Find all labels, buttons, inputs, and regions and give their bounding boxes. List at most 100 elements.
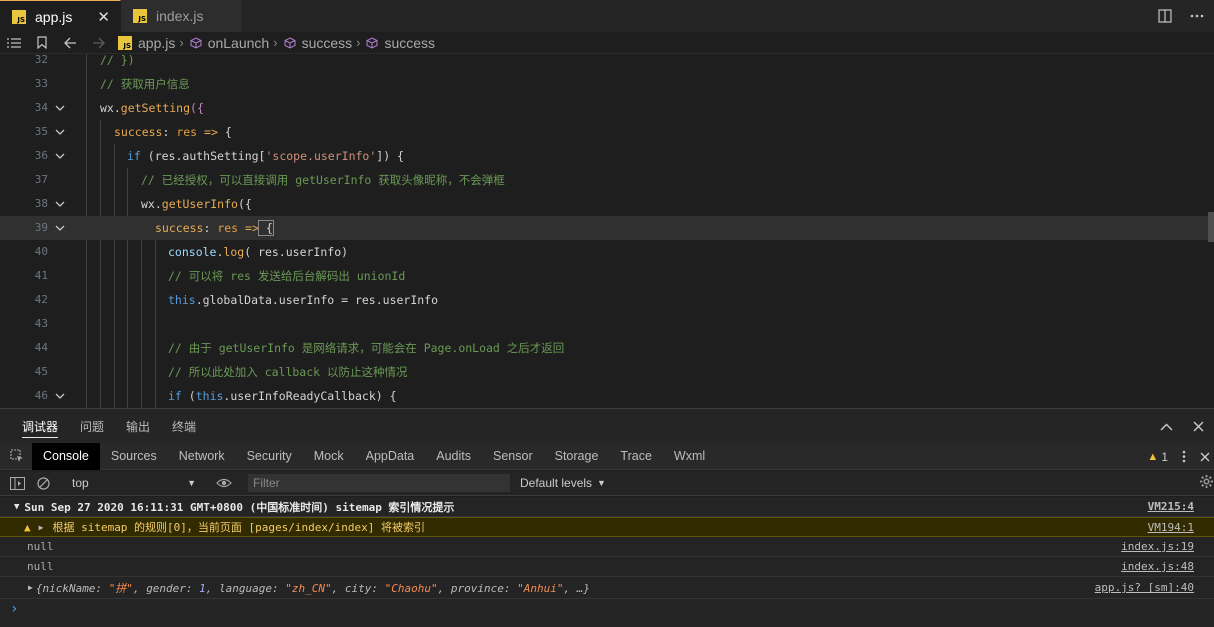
- clear-console-icon[interactable]: [37, 476, 50, 490]
- log-levels-select[interactable]: Default levels ▼: [520, 476, 606, 490]
- code-line[interactable]: 36 if (res.authSetting['scope.userInfo'])…: [0, 144, 1214, 168]
- code-line[interactable]: 33 // 获取用户信息: [0, 72, 1214, 96]
- warning-count: 1: [1161, 449, 1168, 464]
- code-line[interactable]: 44 // 由于 getUserInfo 是网络请求，可能会在 Page.onLo…: [0, 336, 1214, 360]
- code-line[interactable]: 39 success: res => {: [0, 216, 1214, 240]
- code-line[interactable]: 38 wx.getUserInfo({: [0, 192, 1214, 216]
- code-text: // 已经授权，可以直接调用 getUserInfo 获取头像昵称，不会弹框: [141, 173, 505, 187]
- devtools-tab-console[interactable]: Console: [32, 442, 100, 470]
- panel-actions: [1160, 409, 1214, 444]
- context-select[interactable]: top ▼: [66, 474, 200, 492]
- bookmark-icon[interactable]: [28, 32, 56, 54]
- devtools-tab-appdata[interactable]: AppData: [355, 443, 426, 470]
- code-line[interactable]: 42 this.globalData.userInfo = res.userInf…: [0, 288, 1214, 312]
- code-text: // 获取用户信息: [100, 77, 190, 91]
- tab-debugger[interactable]: 调试器: [11, 409, 69, 444]
- object-preview: {nickName: "拼", gender: 1, language: "zh…: [35, 581, 590, 595]
- code-editor[interactable]: 32 // }) 33 // 获取用户信息 34 wx.getSetting({35 suc…: [0, 54, 1214, 408]
- editor-tab-bar: JS app.js ✕ JS index.js: [0, 0, 1214, 32]
- console-warning-row[interactable]: ▲ ▶ 根据 sitemap 的规则[0]，当前页面 [pages/index/…: [0, 517, 1214, 537]
- expand-triangle-icon[interactable]: ▼: [14, 502, 19, 512]
- dropdown-arrow-icon: ▼: [597, 478, 606, 488]
- console-group-row[interactable]: ▼ Sun Sep 27 2020 16:11:31 GMT+0800 (中国标…: [0, 497, 1214, 517]
- devtools-tab-network[interactable]: Network: [168, 443, 236, 470]
- devtools-tab-storage[interactable]: Storage: [544, 443, 610, 470]
- forward-arrow-icon[interactable]: [84, 32, 112, 54]
- devtools-tab-sources[interactable]: Sources: [100, 443, 168, 470]
- devtools-tab-trace[interactable]: Trace: [609, 443, 663, 470]
- warning-count-badge[interactable]: ▲ 1: [1147, 450, 1168, 464]
- tab-label: app.js: [35, 8, 73, 25]
- devtools-tab-security[interactable]: Security: [236, 443, 303, 470]
- fold-chevron-icon[interactable]: [54, 102, 66, 114]
- fold-chevron-icon[interactable]: [54, 126, 66, 138]
- editor-scrollbar[interactable]: [1208, 212, 1214, 242]
- eye-icon[interactable]: [216, 478, 232, 488]
- fold-chevron-icon[interactable]: [54, 198, 66, 210]
- method-cube-icon: [366, 36, 378, 49]
- tab-problems[interactable]: 问题: [69, 409, 115, 444]
- code-line[interactable]: 43: [0, 312, 1214, 336]
- maximize-panel-icon[interactable]: [1160, 423, 1173, 431]
- tab-actions: [1158, 0, 1204, 32]
- close-tab-icon[interactable]: ✕: [97, 8, 110, 26]
- code-line[interactable]: 35 success: res => {: [0, 120, 1214, 144]
- breadcrumb-item[interactable]: onLaunch: [208, 35, 270, 51]
- dropdown-arrow-icon: ▼: [187, 478, 196, 488]
- inspect-element-icon[interactable]: [2, 443, 32, 470]
- line-number: 37: [34, 173, 48, 186]
- js-file-icon: JS: [133, 9, 147, 23]
- devtools-tab-mock[interactable]: Mock: [303, 443, 355, 470]
- tab-app-js[interactable]: JS app.js ✕: [0, 0, 121, 32]
- code-text: // }): [100, 54, 135, 67]
- console-source-link[interactable]: index.js:48: [1121, 560, 1194, 573]
- devtools-tab-sensor[interactable]: Sensor: [482, 443, 544, 470]
- chevron-right-icon: ›: [356, 35, 361, 50]
- console-source-link[interactable]: app.js? [sm]:40: [1095, 581, 1194, 594]
- close-devtools-icon[interactable]: [1200, 452, 1210, 462]
- line-number: 36: [34, 149, 48, 162]
- console-filter-input[interactable]: [248, 474, 510, 492]
- sidebar-toggle-icon[interactable]: [10, 476, 25, 490]
- fold-chevron-icon[interactable]: [54, 222, 66, 234]
- back-arrow-icon[interactable]: [56, 32, 84, 54]
- console-log-text: null: [27, 560, 54, 573]
- console-source-link[interactable]: index.js:19: [1121, 540, 1194, 553]
- code-line[interactable]: 46 if (this.userInfoReadyCallback) {: [0, 384, 1214, 408]
- console-source-link[interactable]: VM194:1: [1148, 521, 1194, 534]
- tab-index-js[interactable]: JS index.js: [121, 0, 243, 32]
- split-editor-icon[interactable]: [1158, 9, 1172, 23]
- code-text: // 所以此处加入 callback 以防止这种情况: [168, 365, 408, 379]
- fold-chevron-icon[interactable]: [54, 390, 66, 402]
- more-actions-icon[interactable]: [1190, 14, 1204, 18]
- close-panel-icon[interactable]: [1193, 421, 1204, 432]
- breadcrumb-item[interactable]: success: [302, 35, 353, 51]
- tab-output[interactable]: 输出: [115, 409, 161, 444]
- tab-terminal[interactable]: 终端: [161, 409, 207, 444]
- console-prompt[interactable]: ›: [0, 599, 1214, 619]
- code-line[interactable]: 37 // 已经授权，可以直接调用 getUserInfo 获取头像昵称，不会弹框: [0, 168, 1214, 192]
- console-log-row: null index.js:48: [0, 557, 1214, 577]
- expand-triangle-icon[interactable]: ▶: [28, 583, 33, 592]
- expand-triangle-icon[interactable]: ▶: [39, 523, 44, 532]
- fold-chevron-icon[interactable]: [54, 150, 66, 162]
- code-line[interactable]: 40 console.log( res.userInfo): [0, 240, 1214, 264]
- chevron-right-icon: ›: [179, 35, 184, 50]
- breadcrumb-bar: JS app.js › onLaunch › success › success: [0, 32, 1214, 54]
- code-line[interactable]: 45 // 所以此处加入 callback 以防止这种情况: [0, 360, 1214, 384]
- devtools-menu-icon[interactable]: [1182, 450, 1186, 463]
- devtools-tab-wxml[interactable]: Wxml: [663, 443, 716, 470]
- method-cube-icon: [284, 36, 296, 49]
- code-line[interactable]: 32 // }): [0, 54, 1214, 72]
- console-source-link[interactable]: VM215:4: [1148, 500, 1194, 513]
- console-settings-gear-icon[interactable]: [1199, 474, 1214, 489]
- code-line[interactable]: 34 wx.getSetting({: [0, 96, 1214, 120]
- code-text: success: res => {: [114, 125, 232, 139]
- console-object-row[interactable]: ▶ {nickName: "拼", gender: 1, language: "…: [0, 577, 1214, 599]
- breadcrumb-file[interactable]: app.js: [138, 35, 175, 51]
- list-icon[interactable]: [0, 32, 28, 54]
- devtools-tab-audits[interactable]: Audits: [425, 443, 482, 470]
- breadcrumb-item[interactable]: success: [384, 35, 435, 51]
- code-line[interactable]: 41 // 可以将 res 发送给后台解码出 unionId: [0, 264, 1214, 288]
- log-levels-value: Default levels: [520, 476, 593, 490]
